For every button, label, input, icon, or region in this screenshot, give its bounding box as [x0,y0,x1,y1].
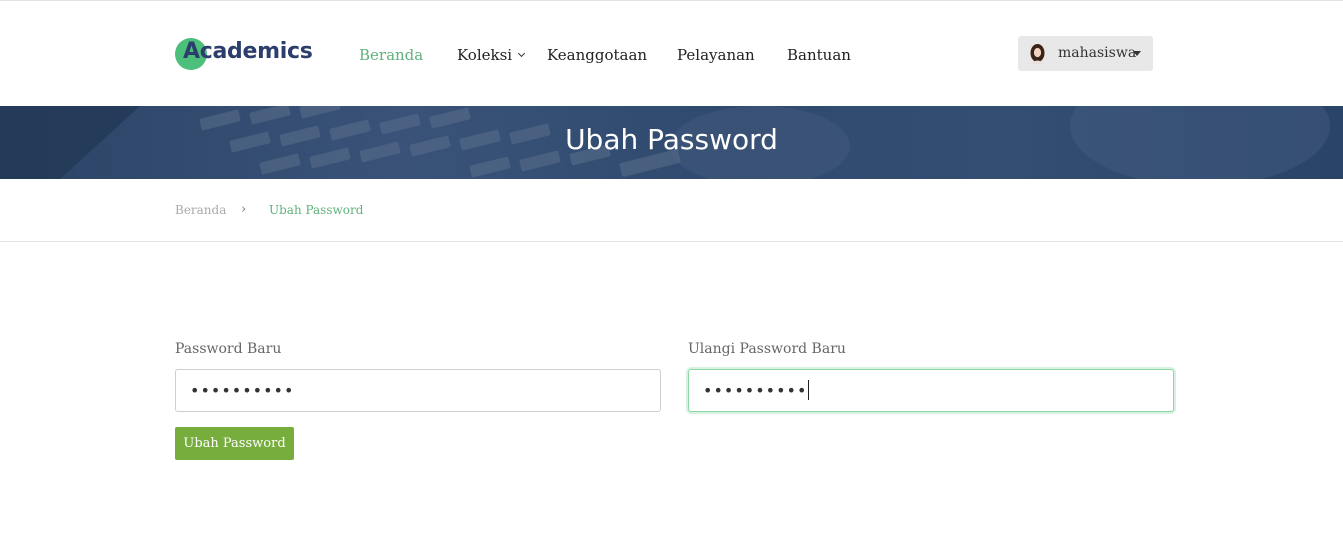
confirm-password-field[interactable]: •••••••••• [688,369,1174,412]
site-header: Academics Beranda Koleksi Keanggotaan Pe… [0,1,1343,106]
nav-item-bantuan[interactable]: Bantuan [787,46,851,64]
nav-item-keanggotaan[interactable]: Keanggotaan [547,46,647,64]
chevron-down-icon [518,49,526,58]
breadcrumb: Beranda › Ubah Password [0,179,1343,242]
nav-item-beranda[interactable]: Beranda [359,46,423,64]
change-password-button[interactable]: Ubah Password [175,427,294,460]
confirm-password-label: Ulangi Password Baru [688,341,846,357]
nav-item-koleksi-label: Koleksi [457,46,513,64]
nav-item-pelayanan[interactable]: Pelayanan [677,46,755,64]
new-password-label: Password Baru [175,341,282,357]
user-avatar-icon [1030,44,1045,64]
breadcrumb-home[interactable]: Beranda [175,203,226,217]
text-cursor [808,379,810,400]
brand-logo[interactable]: Academics [175,38,315,72]
page-banner: Ubah Password [0,106,1343,179]
brand-name: Academics [183,39,313,64]
breadcrumb-current: Ubah Password [269,203,364,217]
user-menu-button[interactable]: mahasiswa [1018,36,1153,71]
caret-down-icon [1133,51,1141,56]
new-password-field[interactable]: •••••••••• [175,369,661,412]
user-name: mahasiswa [1058,45,1137,61]
chevron-right-icon: › [241,202,247,217]
confirm-password-value: •••••••••• [703,381,808,400]
page-title: Ubah Password [565,123,778,156]
nav-item-koleksi[interactable]: Koleksi [457,46,526,64]
